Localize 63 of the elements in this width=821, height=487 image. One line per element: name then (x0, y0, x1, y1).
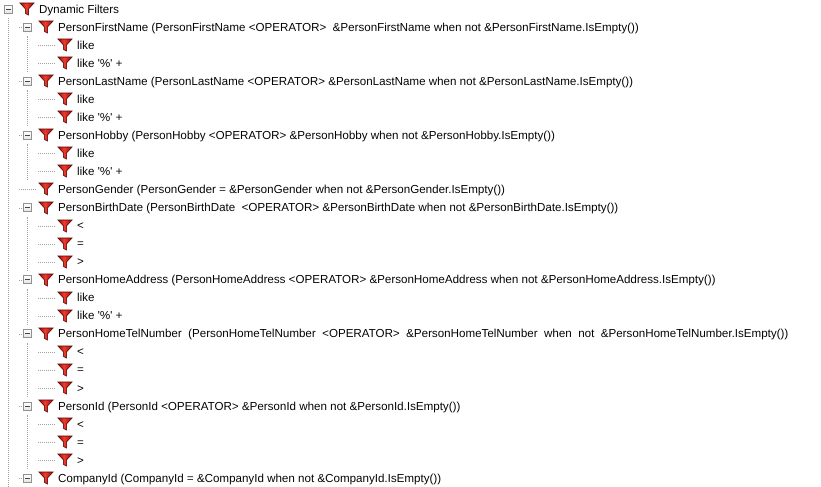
tree-item[interactable]: PersonGender (PersonGender = &PersonGender when not &PersonGender.IsEmpty()) (57, 182, 506, 196)
funnel-icon (57, 92, 73, 106)
funnel-icon (57, 362, 73, 377)
tree-item[interactable]: > (76, 454, 85, 467)
tree-item[interactable]: < (76, 345, 85, 358)
collapse-icon[interactable] (23, 275, 32, 284)
tree-item[interactable]: like (76, 146, 96, 160)
collapse-icon[interactable] (23, 130, 32, 140)
tree-item[interactable]: like '%' + (76, 56, 124, 70)
collapse-icon[interactable] (23, 474, 32, 483)
tree-item[interactable]: PersonLastName (PersonLastName <OPERATOR> &PersonLastName when not &PersonLastName.IsEmpty()) (57, 74, 634, 88)
funnel-icon (57, 453, 73, 468)
funnel-icon (57, 417, 73, 432)
funnel-icon (38, 471, 54, 486)
collapse-icon[interactable] (23, 22, 32, 32)
funnel-icon (38, 399, 54, 414)
funnel-icon (57, 308, 73, 323)
tree-item[interactable]: like (76, 38, 96, 52)
tree-item[interactable]: PersonId (PersonId <OPERATOR> &PersonId when not &PersonId.IsEmpty()) (57, 400, 462, 413)
tree-item[interactable]: Dynamic Filters (38, 2, 120, 16)
funnel-icon (38, 128, 54, 142)
funnel-icon (57, 38, 73, 52)
funnel-icon (57, 290, 73, 305)
tree-item[interactable]: like (76, 92, 96, 106)
tree-item[interactable]: like '%' + (76, 309, 124, 322)
funnel-icon (38, 20, 54, 34)
tree-item[interactable]: PersonHobby (PersonHobby <OPERATOR> &PersonHobby when not &PersonHobby.IsEmpty()) (57, 128, 556, 142)
funnel-icon (57, 254, 73, 269)
collapse-icon[interactable] (23, 203, 32, 212)
tree-item[interactable]: like '%' + (76, 164, 124, 178)
funnel-icon (38, 200, 54, 215)
tree-item[interactable]: like '%' + (76, 110, 124, 124)
tree-item[interactable]: = (76, 363, 85, 376)
funnel-icon (38, 182, 54, 196)
collapse-icon[interactable] (23, 76, 32, 86)
tree-item[interactable]: PersonFirstName (PersonFirstName <OPERATOR> &PersonFirstName when not &PersonFirstName.IsEmpty()) (57, 20, 640, 34)
tree-item[interactable]: = (76, 436, 85, 449)
collapse-icon[interactable] (23, 402, 32, 411)
funnel-icon (38, 272, 54, 287)
funnel-icon (57, 344, 73, 359)
tree-item[interactable]: like (76, 291, 96, 304)
tree-item[interactable]: > (76, 382, 85, 394)
tree-item[interactable]: > (76, 255, 85, 268)
funnel-icon (19, 2, 35, 16)
funnel-icon (57, 435, 73, 450)
collapse-icon[interactable] (4, 4, 13, 14)
collapse-icon[interactable] (23, 329, 32, 338)
tree-item[interactable]: PersonHomeTelNumber (PersonHomeTelNumber <OPERATOR> &PersonHomeTelNumber when not &PersonHomeTelNumber.IsEmpty()) (57, 327, 790, 340)
funnel-icon (57, 56, 73, 70)
funnel-icon (57, 110, 73, 124)
tree-item[interactable]: PersonBirthDate (PersonBirthDate <OPERATOR> &PersonBirthDate when not &PersonBirthDate.IsEmpty()) (57, 201, 620, 214)
tree-item[interactable]: < (76, 418, 85, 431)
funnel-icon (57, 218, 73, 233)
funnel-icon (57, 236, 73, 251)
tree-item[interactable]: PersonHomeAddress (PersonHomeAddress <OPERATOR> &PersonHomeAddress when not &PersonHomeAddress.IsEmpty()) (57, 273, 716, 286)
tree-item[interactable]: = (76, 237, 85, 250)
funnel-icon (57, 146, 73, 160)
funnel-icon (38, 74, 54, 88)
tree-item[interactable]: CompanyId (CompanyId = &CompanyId when not &CompanyId.IsEmpty()) (57, 472, 442, 485)
funnel-icon (38, 326, 54, 341)
tree-item[interactable]: < (76, 219, 85, 232)
funnel-icon (57, 381, 73, 395)
funnel-icon (57, 164, 73, 178)
